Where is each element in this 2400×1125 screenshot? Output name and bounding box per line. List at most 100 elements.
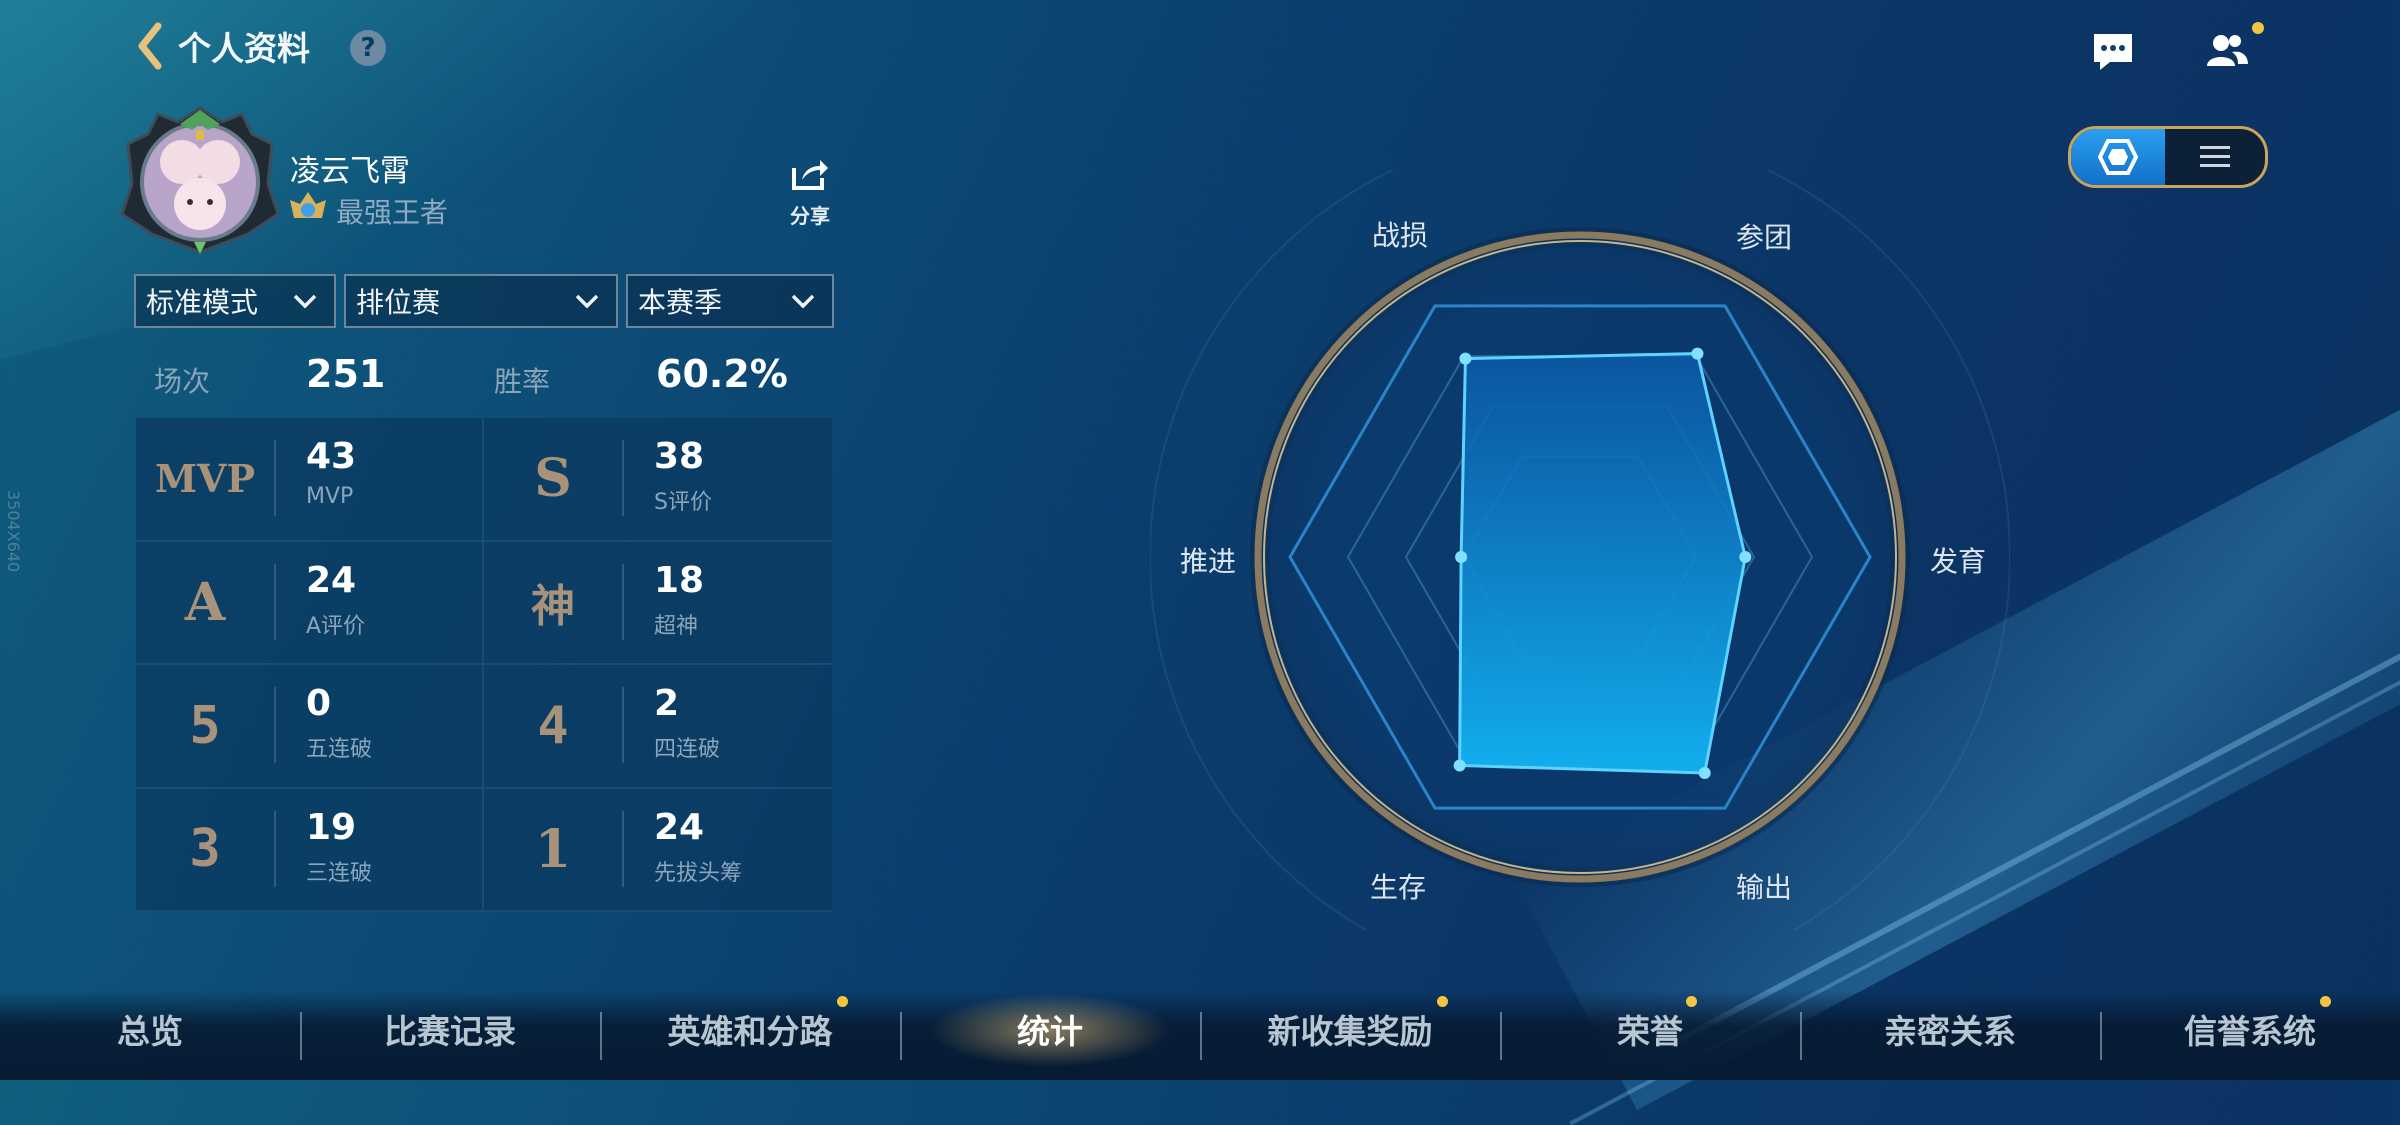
tab-1[interactable]: 总览 bbox=[10, 1005, 290, 1055]
radar-point bbox=[1459, 352, 1472, 365]
stat-value: 18 bbox=[654, 559, 705, 601]
share-icon bbox=[792, 160, 828, 190]
radar-chart bbox=[1150, 170, 2010, 930]
view-toggle[interactable] bbox=[2068, 126, 2268, 188]
tab-5[interactable]: 新收集奖励 bbox=[1210, 1005, 1490, 1055]
username: 凌云飞霄 bbox=[290, 154, 410, 189]
stat-label: 先拔头筹 bbox=[654, 860, 743, 886]
stat-value: 24 bbox=[654, 806, 705, 848]
stat-label: 四连破 bbox=[654, 737, 721, 762]
stat-value: 43 bbox=[306, 436, 357, 477]
stat-cell-mvp: MVP 43 MVP bbox=[136, 418, 484, 542]
stat-label: 三连破 bbox=[306, 860, 373, 886]
divider bbox=[622, 563, 624, 640]
stat-value: 24 bbox=[306, 559, 357, 601]
stat-label: 五连破 bbox=[306, 737, 373, 762]
radar-axis-label: 战损 bbox=[1372, 219, 1429, 252]
tab-divider bbox=[600, 1012, 602, 1060]
radar-point bbox=[1453, 759, 1466, 772]
tab-divider bbox=[1500, 1012, 1502, 1060]
tab-7[interactable]: 亲密关系 bbox=[1810, 1005, 2090, 1055]
mode-dropdown-label: 标准模式 bbox=[146, 286, 259, 319]
chevron-down-icon bbox=[575, 294, 599, 309]
quadra-badge-icon: 4 bbox=[537, 695, 569, 756]
share-button[interactable]: 分享 bbox=[788, 156, 832, 229]
hexagon-icon bbox=[2098, 139, 2138, 175]
godlike-badge-icon: 神 bbox=[531, 581, 575, 633]
s-badge-icon: S bbox=[534, 448, 572, 510]
divider bbox=[274, 563, 276, 640]
stat-value: 2 bbox=[654, 683, 680, 724]
divider bbox=[622, 810, 624, 887]
stat-label: 超神 bbox=[654, 613, 699, 639]
stats-grid: MVP 43 MVP S 38 S评价 A 24 A评价 神 18 超神 5 0… bbox=[136, 418, 832, 912]
radar-axis-label: 参团 bbox=[1736, 221, 1793, 254]
radar-point bbox=[1455, 551, 1468, 563]
stat-cell-quadra: 4 2 四连破 bbox=[484, 665, 832, 789]
chevron-down-icon bbox=[791, 294, 815, 309]
tab-8[interactable]: 信誉系统 bbox=[2110, 1005, 2390, 1055]
back-button[interactable]: 个人资料 bbox=[134, 22, 310, 70]
chat-icon[interactable] bbox=[2090, 28, 2136, 74]
divider bbox=[622, 440, 624, 516]
question-icon[interactable]: ? bbox=[350, 30, 386, 66]
divider bbox=[274, 810, 276, 887]
divider bbox=[622, 687, 624, 763]
stat-cell-s: S 38 S评价 bbox=[484, 418, 832, 542]
radar-axis-label: 输出 bbox=[1736, 871, 1793, 904]
firstblood-badge-icon: 1 bbox=[534, 818, 572, 880]
tab-4[interactable]: 统计 bbox=[910, 1005, 1190, 1055]
match-type-dropdown-label: 排位赛 bbox=[356, 286, 441, 319]
radar-axis-label: 发育 bbox=[1930, 545, 1987, 578]
radar-axis-label: 推进 bbox=[1180, 545, 1237, 578]
radar-axis-label: 生存 bbox=[1370, 871, 1427, 904]
penta-badge-icon: 5 bbox=[189, 695, 221, 756]
tab-2[interactable]: 比赛记录 bbox=[310, 1005, 590, 1055]
share-label: 分享 bbox=[790, 204, 830, 228]
divider bbox=[274, 440, 276, 516]
notification-dot bbox=[2320, 996, 2331, 1007]
radar-point bbox=[1698, 766, 1711, 779]
tab-divider bbox=[1800, 1012, 1802, 1060]
chevron-left-icon bbox=[138, 22, 162, 70]
friends-icon[interactable] bbox=[2204, 28, 2250, 74]
matches-label: 场次 bbox=[154, 365, 211, 398]
stat-label: S评价 bbox=[654, 490, 712, 515]
divider bbox=[274, 687, 276, 763]
tab-6[interactable]: 荣誉 bbox=[1510, 1005, 1790, 1055]
rank-label: 最强王者 bbox=[336, 196, 449, 229]
tab-3[interactable]: 英雄和分路 bbox=[610, 1005, 890, 1055]
avatar[interactable] bbox=[118, 104, 282, 254]
triple-badge-icon: 3 bbox=[189, 819, 221, 880]
a-badge-icon: A bbox=[184, 571, 226, 633]
rank-emblem-icon bbox=[290, 192, 326, 218]
winrate-value: 60.2% bbox=[656, 352, 788, 396]
mvp-badge-icon: MVP bbox=[154, 456, 256, 502]
page-title: 个人资料 bbox=[178, 29, 310, 68]
radar-shape bbox=[1453, 347, 1752, 779]
stat-cell-godlike: 神 18 超神 bbox=[484, 541, 832, 665]
tab-divider bbox=[900, 1012, 902, 1060]
winrate-label: 胜率 bbox=[494, 365, 551, 398]
stat-cell-triple: 3 19 三连破 bbox=[136, 788, 484, 912]
radar-view-button[interactable] bbox=[2071, 129, 2165, 185]
matches-value: 251 bbox=[306, 352, 386, 396]
chevron-down-icon bbox=[293, 294, 317, 309]
radar-area bbox=[1458, 352, 1747, 775]
radar-point bbox=[1691, 347, 1704, 360]
season-dropdown[interactable]: 本赛季 bbox=[626, 274, 834, 328]
mode-dropdown[interactable]: 标准模式 bbox=[134, 274, 336, 328]
list-icon bbox=[2200, 146, 2230, 167]
notification-dot bbox=[2252, 22, 2264, 34]
tab-divider bbox=[1200, 1012, 1202, 1060]
stat-cell-penta: 5 0 五连破 bbox=[136, 665, 484, 789]
notification-dot bbox=[837, 996, 848, 1007]
tab-divider bbox=[2100, 1012, 2102, 1060]
notification-dot bbox=[1437, 996, 1448, 1007]
list-view-button[interactable] bbox=[2165, 129, 2265, 185]
season-dropdown-label: 本赛季 bbox=[638, 286, 723, 319]
stat-label: A评价 bbox=[306, 613, 366, 639]
stat-value: 19 bbox=[306, 806, 357, 848]
match-type-dropdown[interactable]: 排位赛 bbox=[344, 274, 618, 328]
stat-cell-firstblood: 1 24 先拔头筹 bbox=[484, 788, 832, 912]
